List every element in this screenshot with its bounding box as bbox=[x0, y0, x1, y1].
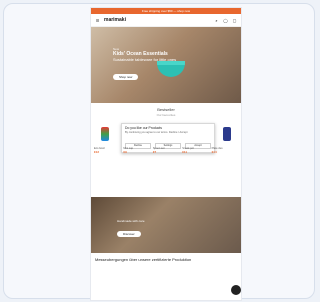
mobile-page: Free shipping over $50 — shop now ☰ mari… bbox=[91, 8, 241, 300]
secondary-banner: Handmade with care Discover bbox=[91, 197, 241, 253]
top-bar: ☰ marimaki ⌕ ◯ ▢ bbox=[91, 14, 241, 27]
product-name: Spoon set bbox=[152, 147, 165, 150]
product-name: Mini cup bbox=[123, 147, 134, 150]
search-icon[interactable]: ⌕ bbox=[214, 18, 219, 23]
product-item[interactable]: Eco bowl €12 bbox=[94, 147, 120, 154]
product-item[interactable]: Mini cup €9 bbox=[123, 147, 149, 154]
user-icon[interactable]: ◯ bbox=[223, 18, 228, 23]
menu-icon[interactable]: ☰ bbox=[95, 18, 100, 23]
section-subtitle: Our favourites bbox=[156, 113, 176, 117]
banner-text: Handmade with care bbox=[117, 219, 145, 223]
brand-logo[interactable]: marimaki bbox=[104, 17, 126, 23]
product-item[interactable]: Plate duo €14 bbox=[212, 147, 238, 154]
cart-icon[interactable]: ▢ bbox=[232, 18, 237, 23]
hero-eyebrow: New bbox=[113, 47, 120, 51]
product-price: €14 bbox=[211, 150, 217, 154]
product-item[interactable]: Spoon set €7 bbox=[153, 147, 179, 154]
product-price: €12 bbox=[94, 150, 100, 154]
product-image[interactable] bbox=[101, 127, 109, 141]
product-price: €11 bbox=[182, 150, 188, 154]
product-image[interactable] bbox=[223, 127, 231, 141]
hero-cta-button[interactable]: Shop now bbox=[113, 74, 139, 80]
section-title: Bestseller bbox=[157, 107, 175, 112]
product-price: €7 bbox=[152, 150, 157, 154]
product-item[interactable]: Snack pot €11 bbox=[182, 147, 208, 154]
promo-text: Free shipping over $50 — shop now bbox=[141, 9, 191, 13]
product-price: €9 bbox=[123, 150, 127, 154]
hero-banner: New Kids' Ocean Essentials Sustainable t… bbox=[91, 27, 241, 103]
article-headline: Messeubergungen über unsere zertifiziert… bbox=[95, 257, 192, 262]
dialog-title: Do you like our Products bbox=[125, 126, 162, 130]
teal-bowl-image bbox=[157, 61, 185, 77]
banner-cta-button[interactable]: Discover bbox=[117, 231, 141, 237]
hero-text: New Kids' Ocean Essentials Sustainable t… bbox=[113, 47, 176, 62]
chat-bubble-icon[interactable] bbox=[231, 285, 241, 295]
dialog-body: By continuing you agree to our terms. De… bbox=[125, 131, 188, 134]
product-carousel: Do you like our Products By continuing y… bbox=[91, 121, 241, 195]
product-list: Eco bowl €12 Mini cup €9 Spoon set €7 Snack… bbox=[91, 147, 241, 154]
